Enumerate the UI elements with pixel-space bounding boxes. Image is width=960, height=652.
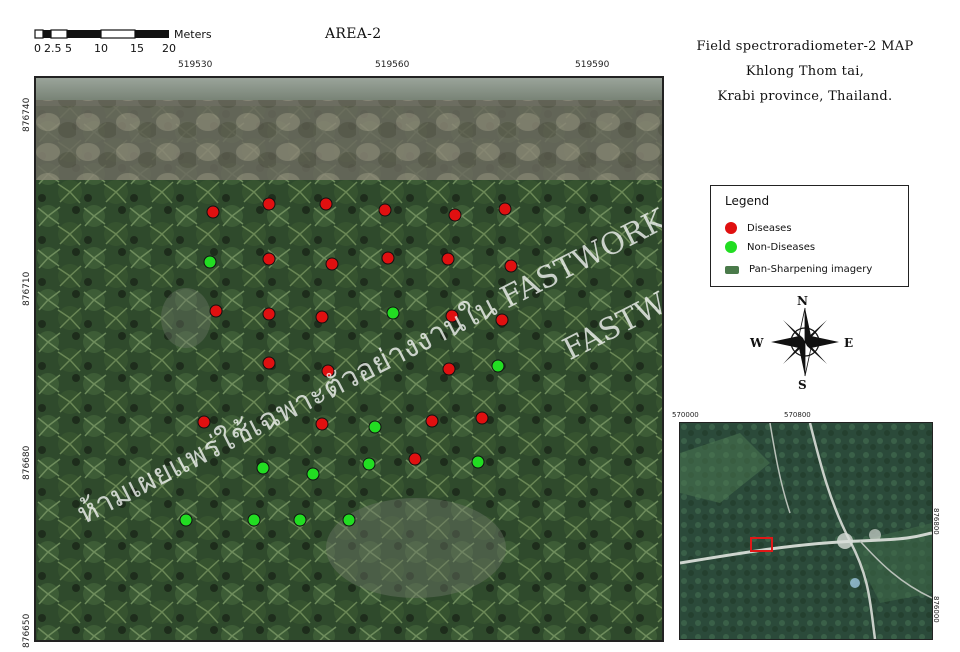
- legend-item-non-diseases: Non-Diseases: [725, 241, 815, 253]
- x-tick-label: 519530: [178, 60, 213, 70]
- imagery-swatch-icon: [725, 265, 739, 274]
- scale-tick: 20: [162, 42, 176, 55]
- disease-point: [475, 411, 489, 425]
- y-tick-label: 876710: [22, 271, 32, 306]
- red-dot-icon: [725, 222, 737, 234]
- y-tick-label: 876680: [22, 445, 32, 480]
- compass-s: S: [798, 378, 807, 392]
- scale-tick: 5: [65, 42, 72, 55]
- legend: Legend Diseases Non-Diseases Pan-Sharpen…: [710, 185, 909, 287]
- legend-label: Diseases: [747, 222, 792, 234]
- compass-n: N: [797, 294, 808, 308]
- scale-tick: 2.5: [44, 42, 62, 55]
- non-disease-point: [247, 513, 261, 527]
- non-disease-point: [293, 513, 307, 527]
- green-dot-icon: [725, 241, 737, 253]
- y-tick-label: 876650: [22, 613, 32, 648]
- disease-point: [448, 208, 462, 222]
- legend-item-imagery: Pan-Sharpening imagery: [725, 264, 872, 275]
- y-tick-label: 876740: [22, 97, 32, 132]
- x-tick-label: 519560: [375, 60, 410, 70]
- non-disease-point: [342, 513, 356, 527]
- legend-label: Non-Diseases: [747, 241, 816, 253]
- disease-point: [319, 197, 333, 211]
- non-disease-point: [491, 359, 505, 373]
- inset-y-tick: 876800: [932, 508, 940, 535]
- non-disease-point: [471, 455, 485, 469]
- non-disease-point: [256, 461, 270, 475]
- inset-y-tick: 876000: [932, 596, 940, 623]
- scale-tick: 0: [34, 42, 41, 55]
- scale-tick: 15: [130, 42, 144, 55]
- scale-bar: 0 2.5 5 10 15 20 Meters: [34, 26, 224, 56]
- x-tick-label: 519590: [575, 60, 610, 70]
- disease-point: [325, 257, 339, 271]
- scale-bar-graphic: [34, 29, 169, 39]
- non-disease-point: [179, 513, 193, 527]
- map-title-line3: Krabi province, Thailand.: [717, 89, 893, 104]
- map-title: Field spectroradiometer-2 MAP Khlong Tho…: [660, 34, 950, 109]
- legend-item-diseases: Diseases: [725, 222, 792, 234]
- disease-point: [262, 356, 276, 370]
- disease-point: [498, 202, 512, 216]
- area-title: AREA-2: [325, 26, 382, 42]
- legend-label: Pan-Sharpening imagery: [749, 264, 873, 275]
- north-arrow: N S E W: [750, 294, 860, 394]
- disease-point: [408, 452, 422, 466]
- disease-point: [262, 307, 276, 321]
- scale-tick: 10: [94, 42, 108, 55]
- location-inset-map[interactable]: [679, 422, 933, 640]
- non-disease-point: [362, 457, 376, 471]
- disease-point: [262, 252, 276, 266]
- inset-imagery: [680, 423, 932, 639]
- disease-point: [381, 251, 395, 265]
- non-disease-point: [203, 255, 217, 269]
- disease-point: [209, 304, 223, 318]
- satellite-map[interactable]: FASTWORK เท่านั้น ห้ามเผยแพร่ใช้เฉพาะตัว…: [34, 76, 664, 642]
- inset-x-tick: 570000: [672, 411, 699, 419]
- disease-point: [262, 197, 276, 211]
- compass-w: W: [750, 336, 764, 350]
- non-disease-point: [386, 306, 400, 320]
- disease-point: [206, 205, 220, 219]
- disease-point: [442, 362, 456, 376]
- map-title-line1: Field spectroradiometer-2 MAP: [696, 39, 914, 54]
- disease-point: [315, 310, 329, 324]
- non-disease-point: [368, 420, 382, 434]
- disease-point: [378, 203, 392, 217]
- disease-point: [425, 414, 439, 428]
- compass-e: E: [844, 336, 854, 350]
- scale-unit: Meters: [174, 28, 212, 41]
- inset-x-tick: 570800: [784, 411, 811, 419]
- disease-point: [441, 252, 455, 266]
- legend-title: Legend: [725, 194, 770, 208]
- non-disease-point: [306, 467, 320, 481]
- map-title-line2: Khlong Thom tai,: [745, 64, 865, 79]
